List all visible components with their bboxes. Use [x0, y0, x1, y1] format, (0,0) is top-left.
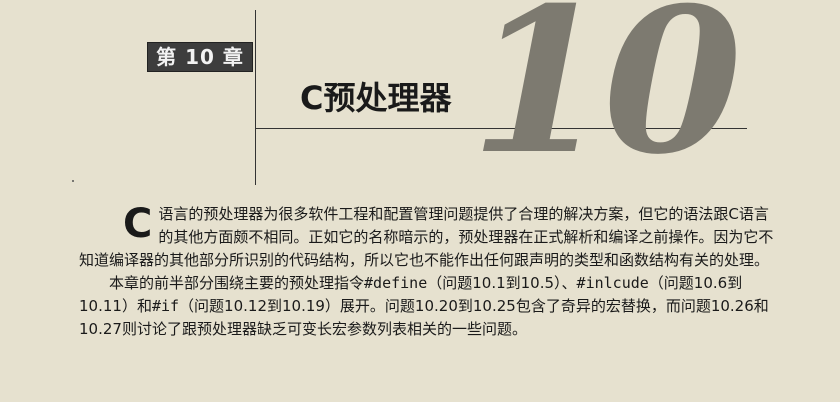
paragraph-2-text-b: （问题10.1到10.5）、: [427, 274, 577, 292]
paragraph-1: C 语言的预处理器为很多软件工程和配置管理问题提供了合理的解决方案，但它的语法跟C…: [79, 203, 779, 272]
chapter-label: 第 10 章: [147, 42, 253, 72]
code-define: #define: [364, 274, 428, 292]
paragraph-2-text-d: （问题10.12到10.19）展开。问题10.20到10.25包含了奇异的宏替换…: [79, 297, 769, 338]
print-speck: [72, 180, 74, 182]
code-include: #inlcude: [576, 274, 649, 292]
drop-cap: C: [123, 201, 153, 247]
paragraph-1-text: 语言的预处理器为很多软件工程和配置管理问题提供了合理的解决方案，但它的语法跟C语…: [79, 205, 774, 269]
code-if: #if: [151, 297, 180, 315]
chapter-number-graphic: 10: [470, 0, 742, 199]
chapter-title: C预处理器: [300, 79, 452, 117]
paragraph-2-text-a: 本章的前半部分围绕主要的预处理指令: [109, 274, 365, 292]
vertical-rule: [255, 10, 256, 185]
paragraph-2: 本章的前半部分围绕主要的预处理指令#define（问题10.1到10.5）、#i…: [79, 272, 779, 341]
body-text: C 语言的预处理器为很多软件工程和配置管理问题提供了合理的解决方案，但它的语法跟C…: [79, 203, 779, 341]
